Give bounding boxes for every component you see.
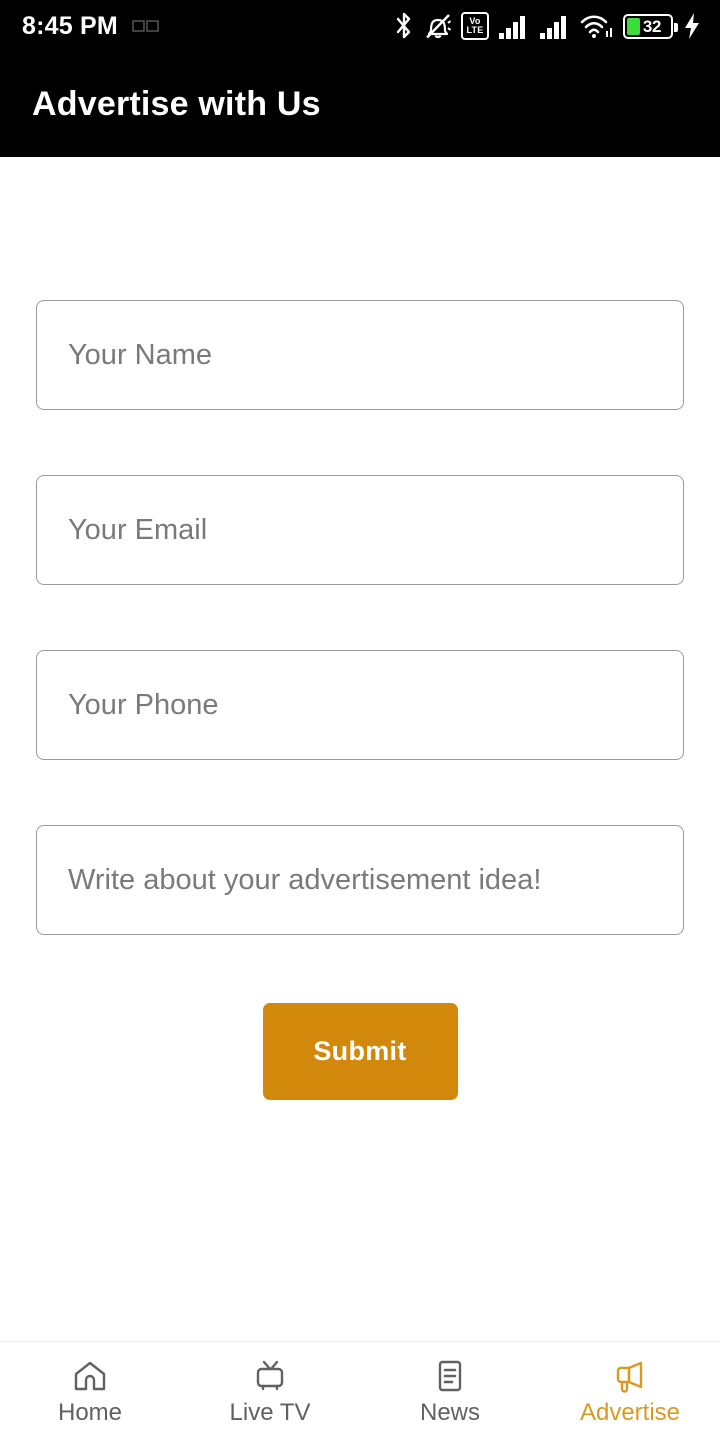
- name-input-placeholder: Your Name: [68, 338, 213, 371]
- message-input[interactable]: Write about your advertisement idea!: [36, 825, 684, 935]
- nav-item-home-label: Home: [57, 1399, 123, 1426]
- signal-bars-sim1-icon: [498, 11, 530, 41]
- page-title: Advertise with Us: [32, 85, 321, 123]
- charging-bolt-icon: [682, 11, 702, 41]
- submit-row: Submit: [36, 1003, 684, 1100]
- advertise-form: Your Name Your Email Your Phone Write ab…: [36, 300, 684, 1100]
- status-clock: 8:45 PM: [22, 11, 118, 40]
- nav-item-news-label: News: [419, 1399, 480, 1426]
- app-screen: 8:45 PM Vo LTE 32 Advertise with Us Your…: [0, 0, 720, 1440]
- advertise-form-content: Your Name Your Email Your Phone Write ab…: [0, 157, 720, 1341]
- nav-item-news[interactable]: News: [360, 1342, 540, 1440]
- bottom-navigation-bar: Home Live TV News Advertise: [0, 1341, 720, 1440]
- notification-dot-icon: [132, 18, 160, 34]
- submit-button[interactable]: Submit: [262, 1003, 458, 1100]
- bluetooth-icon: [393, 11, 415, 41]
- tv-icon: [251, 1357, 289, 1395]
- nav-item-home[interactable]: Home: [0, 1342, 180, 1440]
- nav-item-live-tv[interactable]: Live TV: [180, 1342, 360, 1440]
- phone-input[interactable]: Your Phone: [36, 650, 684, 760]
- status-icons: Vo LTE 32: [393, 11, 702, 41]
- phone-input-placeholder: Your Phone: [68, 688, 219, 721]
- signal-bars-sim2-icon: [539, 11, 571, 41]
- volte-icon: Vo LTE: [461, 12, 489, 40]
- battery-icon: 32: [623, 13, 678, 39]
- nav-item-live-tv-label: Live TV: [229, 1399, 311, 1426]
- megaphone-icon: [611, 1357, 649, 1395]
- news-document-icon: [431, 1357, 469, 1395]
- email-input[interactable]: Your Email: [36, 475, 684, 585]
- email-input-placeholder: Your Email: [68, 513, 208, 546]
- nav-item-advertise-label: Advertise: [579, 1399, 681, 1426]
- app-bar: Advertise with Us: [0, 52, 720, 157]
- silent-bell-icon: [424, 11, 452, 41]
- battery-percent-label: 32: [642, 16, 662, 36]
- message-input-placeholder: Write about your advertisement idea!: [68, 863, 542, 896]
- nav-item-advertise[interactable]: Advertise: [540, 1342, 720, 1440]
- wifi-icon: [580, 11, 614, 41]
- name-input[interactable]: Your Name: [36, 300, 684, 410]
- status-bar: 8:45 PM Vo LTE 32: [0, 0, 720, 52]
- home-icon: [71, 1357, 109, 1395]
